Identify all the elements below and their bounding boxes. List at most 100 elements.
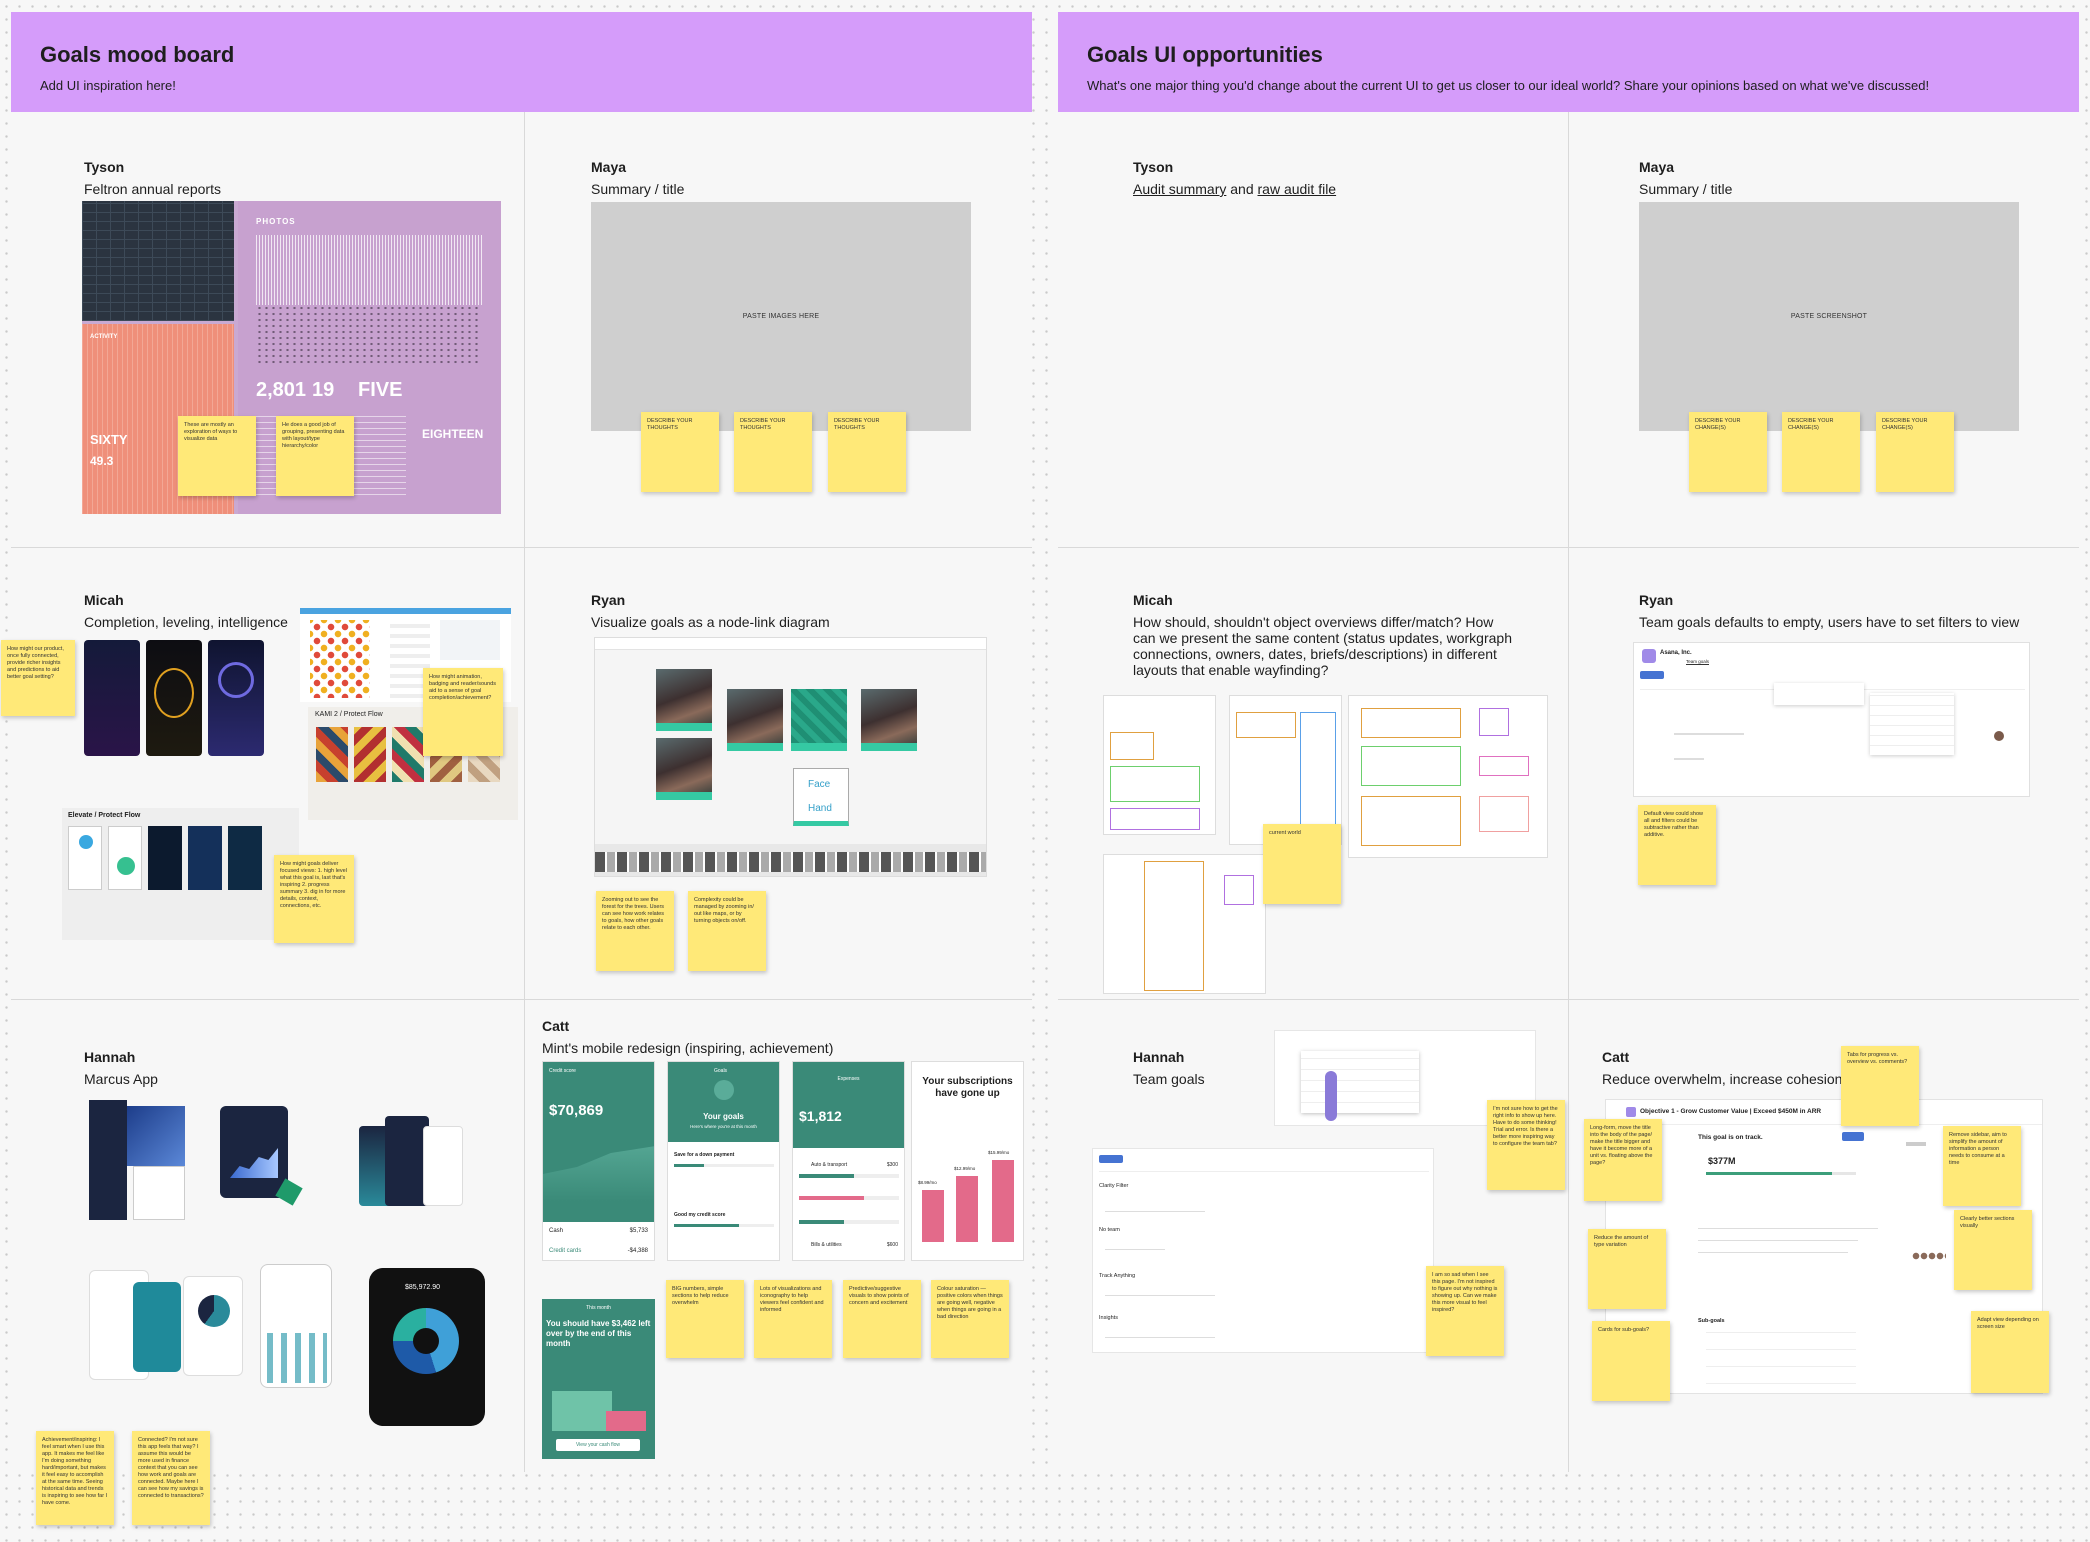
object-overview-screens[interactable] xyxy=(1103,695,1216,835)
divider xyxy=(11,547,1032,548)
sticky-note[interactable]: How might animation, badging and reader/… xyxy=(423,668,503,756)
mint-title: Your subscriptions have gone up xyxy=(922,1076,1013,1099)
mint-screen-net-worth[interactable]: Credit score $70,869 Cash $5,733 Credit … xyxy=(542,1061,655,1261)
sticky-note[interactable]: Adapt view depending on screen size xyxy=(1971,1311,2049,1393)
sticky-note[interactable]: Default view could show all and filters … xyxy=(1638,805,1716,885)
object-overview-screens[interactable] xyxy=(1229,695,1342,845)
team-row[interactable]: No team xyxy=(1099,1227,1120,1233)
mint-label: Credit score xyxy=(549,1068,576,1074)
goal-title: Objective 1 - Grow Customer Value | Exce… xyxy=(1640,1108,1822,1115)
bar-label: $12.99/mo xyxy=(954,1166,976,1171)
marcus-app-screens[interactable]: $85,972.90 xyxy=(89,1100,509,1438)
topic-title: Feltron annual reports xyxy=(84,181,221,197)
feltron-number: SIXTY xyxy=(90,432,128,447)
mint-subtitle: Here's where you're at this month xyxy=(690,1124,757,1129)
sticky-note[interactable]: Long-form, move the title into the body … xyxy=(1584,1119,1662,1201)
sticky-note[interactable]: Remove sidebar, aim to simplify the amou… xyxy=(1943,1126,2021,1206)
audit-summary-link[interactable]: Audit summary xyxy=(1133,181,1226,197)
sticky-note[interactable]: Achievement/inspiring: I feel smart when… xyxy=(36,1431,114,1525)
mint-title: You should have $3,462 left over by the … xyxy=(546,1319,651,1348)
sticky-note[interactable]: current world xyxy=(1263,824,1341,904)
author-name: Hannah xyxy=(1133,1049,1185,1065)
tab-team-goals[interactable]: Team goals xyxy=(1686,659,1710,665)
sticky-note[interactable]: Predictive/suggestive visuals to show po… xyxy=(843,1280,921,1358)
author-name: Ryan xyxy=(591,592,626,608)
author-name: Tyson xyxy=(1133,159,1174,175)
board-subtitle: What's one major thing you'd change abou… xyxy=(1087,78,1930,93)
sticky-note[interactable]: How might goals deliver focused views: 1… xyxy=(274,855,354,943)
feltron-number: 49.3 xyxy=(90,454,114,468)
phone-screenshots[interactable] xyxy=(84,640,272,756)
opportunities-board: Goals UI opportunities What's one major … xyxy=(1058,12,2079,1472)
object-overview-screens[interactable] xyxy=(1103,854,1266,994)
raw-audit-file-link[interactable]: raw audit file xyxy=(1258,181,1337,197)
divider xyxy=(1058,999,2079,1000)
topic-title: Team goals xyxy=(1133,1071,1205,1087)
team-goals-empty-screen[interactable]: Clarity Filter No team Track Anything In… xyxy=(1092,1148,1434,1353)
topic-title: Summary / title xyxy=(1639,181,1733,197)
sticky-note[interactable]: I'm not sure how to get the right info t… xyxy=(1487,1100,1565,1190)
topic-title: Completion, leveling, intelligence xyxy=(84,614,288,630)
bar-label: $8.99/mo xyxy=(918,1180,937,1185)
flow-title: Elevate / Protect Flow xyxy=(68,812,141,819)
sticky-note[interactable]: Clearly better sections visually xyxy=(1954,1210,2032,1290)
sticky-note[interactable]: DESCRIBE YOUR THOUGHTS xyxy=(828,412,906,492)
goal-status: This goal is on track. xyxy=(1698,1134,1763,1141)
sticky-note[interactable]: DESCRIBE YOUR CHANGE(S) xyxy=(1876,412,1954,492)
sticky-note[interactable]: BIG numbers, simple sections to help red… xyxy=(666,1280,744,1358)
cashflow-button[interactable]: View your cash flow xyxy=(556,1439,640,1451)
marcus-amount: $85,972.90 xyxy=(405,1284,441,1291)
node-link-diagram[interactable]: Face Hand xyxy=(594,637,987,877)
sticky-note[interactable]: DESCRIBE YOUR THOUGHTS xyxy=(641,412,719,492)
mint-row-value: $300 xyxy=(886,1162,898,1168)
sticky-note[interactable]: Cards for sub-goals? xyxy=(1592,1321,1670,1401)
mint-screen-subscriptions[interactable]: Your subscriptions have gone up $8.99/mo… xyxy=(911,1061,1024,1261)
node-label: Face xyxy=(808,779,831,790)
sticky-note[interactable]: Zooming out to see the forest for the tr… xyxy=(596,891,674,971)
divider xyxy=(524,112,525,1472)
opportunities-board-header: Goals UI opportunities What's one major … xyxy=(1058,12,2079,112)
mint-row-value: $600 xyxy=(886,1242,898,1248)
mint-screen-cashflow[interactable]: This month You should have $3,462 left o… xyxy=(542,1299,655,1459)
feltron-number: 19 xyxy=(312,379,335,401)
sticky-note[interactable]: He does a good job of grouping, presenti… xyxy=(276,416,354,496)
feltron-number: EIGHTEEN xyxy=(422,427,484,441)
sticky-note[interactable]: How might our product, once fully connec… xyxy=(1,640,75,716)
object-overview-screens[interactable] xyxy=(1348,695,1548,858)
sticky-note[interactable]: I am so sad when I see this page. I'm no… xyxy=(1426,1266,1504,1356)
team-row[interactable]: Insights xyxy=(1099,1315,1118,1321)
sticky-note[interactable]: DESCRIBE YOUR THOUGHTS xyxy=(734,412,812,492)
sticky-note[interactable]: DESCRIBE YOUR CHANGE(S) xyxy=(1782,412,1860,492)
author-name: Maya xyxy=(1639,159,1675,175)
topic-title: Visualize goals as a node-link diagram xyxy=(591,614,830,630)
team-row[interactable]: Clarity Filter xyxy=(1099,1183,1128,1189)
node-label: Hand xyxy=(808,803,832,814)
sticky-note[interactable]: These are mostly an exploration of ways … xyxy=(178,416,256,496)
board-subtitle: Add UI inspiration here! xyxy=(40,78,176,93)
sticky-note[interactable]: Colour saturation — positive colors when… xyxy=(931,1280,1009,1358)
mint-screen-goals[interactable]: Goals Your goals Here's where you're at … xyxy=(667,1061,780,1261)
paste-images-placeholder[interactable]: PASTE IMAGES HERE xyxy=(591,202,971,431)
mint-title: Your goals xyxy=(703,1112,744,1121)
paste-screenshot-placeholder[interactable]: PASTE SCREENSHOT xyxy=(1639,202,2019,431)
divider xyxy=(1568,112,1569,1472)
topic-title: Mint's mobile redesign (inspiring, achie… xyxy=(542,1040,834,1056)
sticky-note[interactable]: Reduce the amount of type variation xyxy=(1588,1229,1666,1309)
asana-team-goals-screen[interactable]: Asana, Inc. Team goals xyxy=(1633,642,2030,797)
team-row[interactable]: Track Anything xyxy=(1099,1273,1135,1279)
mint-label: This month xyxy=(586,1305,611,1311)
elevate-flow-screens[interactable]: Elevate / Protect Flow xyxy=(62,808,299,940)
sticky-note[interactable]: Complexity could be managed by zooming i… xyxy=(688,891,766,971)
sticky-note[interactable]: Connected? I'm not sure this app feels t… xyxy=(132,1431,210,1525)
divider xyxy=(11,999,1032,1000)
mood-board: Goals mood board Add UI inspiration here… xyxy=(1,12,1032,1525)
mint-screen-expenses[interactable]: Expenses $1,812 Auto & transport $300 Bi… xyxy=(792,1061,905,1261)
mint-label: Goals xyxy=(714,1068,728,1074)
subgoals-label: Sub-goals xyxy=(1698,1318,1725,1324)
sticky-note[interactable]: DESCRIBE YOUR CHANGE(S) xyxy=(1689,412,1767,492)
divider xyxy=(1058,547,2079,548)
sticky-note[interactable]: Lots of visualizations and iconography t… xyxy=(754,1280,832,1358)
topic-title: How should, shouldn't object overviews d… xyxy=(1133,614,1512,678)
sticky-note[interactable]: Tabs for progress vs. overview vs. comme… xyxy=(1841,1046,1919,1126)
board-title: Goals mood board xyxy=(40,42,235,67)
